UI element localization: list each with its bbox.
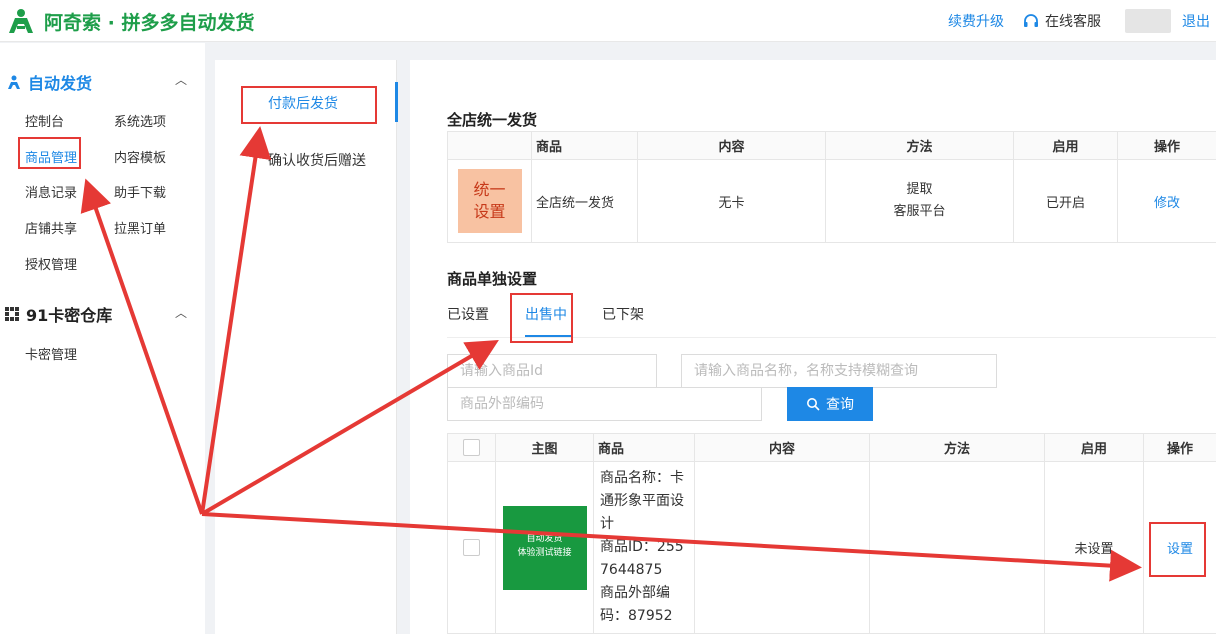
delivery-mode-menu: 付款后发货 确认收货后赠送 bbox=[215, 60, 398, 634]
header-content: 内容 bbox=[694, 433, 870, 462]
logout-link[interactable]: 退出 bbox=[1182, 11, 1210, 31]
header-enabled: 启用 bbox=[1044, 433, 1144, 462]
method-cell: 提取 客服平台 bbox=[825, 159, 1014, 243]
content-cell bbox=[694, 461, 870, 634]
nav-authorization[interactable]: 授权管理 bbox=[25, 254, 77, 273]
row-checkbox-cell bbox=[447, 461, 496, 634]
enabled-cell: 未设置 bbox=[1044, 461, 1144, 634]
header-product: 商品 bbox=[593, 433, 695, 462]
menu-after-payment[interactable]: 付款后发货 bbox=[268, 93, 338, 113]
logo-icon bbox=[9, 9, 33, 33]
product-list-table: 主图 商品 内容 方法 启用 操作 自动发货 体验测试链接 商品名称：卡通形象平… bbox=[447, 433, 1216, 634]
tile-line: 设置 bbox=[473, 202, 506, 221]
auto-ship-icon bbox=[8, 75, 20, 89]
unified-settings-tile: 统一 设置 bbox=[457, 169, 522, 233]
menu-after-receipt-gift[interactable]: 确认收货后赠送 bbox=[268, 150, 366, 170]
tile-line: 统一 bbox=[473, 180, 506, 199]
table-row: 自动发货 体验测试链接 商品名称：卡通形象平面设计 商品ID：255764487… bbox=[447, 461, 1216, 634]
method-cell bbox=[869, 461, 1045, 634]
section-card-warehouse-label: 91卡密仓库 bbox=[26, 306, 113, 325]
tab-delisted[interactable]: 已下架 bbox=[602, 304, 644, 324]
tab-on-sale[interactable]: 出售中 bbox=[525, 304, 567, 324]
product-id: 商品ID：2557644875 bbox=[600, 539, 684, 578]
nav-content-templates[interactable]: 内容模板 bbox=[114, 147, 166, 166]
method-line: 客服平台 bbox=[893, 204, 946, 219]
content-cell: 无卡 bbox=[637, 159, 826, 243]
chevron-up-icon[interactable]: ︿ bbox=[175, 71, 187, 88]
search-button-label: 查询 bbox=[826, 397, 854, 413]
select-all-checkbox[interactable] bbox=[463, 439, 480, 456]
nav-product-management[interactable]: 商品管理 bbox=[25, 147, 77, 166]
header-content: 内容 bbox=[637, 131, 826, 160]
header-enabled: 启用 bbox=[1013, 131, 1118, 160]
nav-message-log[interactable]: 消息记录 bbox=[25, 182, 77, 201]
header-product: 商品 bbox=[531, 131, 638, 160]
nav-system-options[interactable]: 系统选项 bbox=[114, 111, 166, 130]
global-settings-title: 全店统一发货 bbox=[447, 111, 538, 129]
header-method: 方法 bbox=[825, 131, 1014, 160]
unified-tile-cell: 统一 设置 bbox=[447, 159, 532, 243]
user-avatar[interactable] bbox=[1125, 9, 1171, 33]
renew-link[interactable]: 续费升级 bbox=[948, 11, 1004, 31]
headset-icon bbox=[1024, 14, 1038, 27]
individual-settings-title: 商品单独设置 bbox=[447, 270, 538, 288]
search-button[interactable]: 查询 bbox=[787, 387, 873, 421]
product-thumbnail: 自动发货 体验测试链接 bbox=[502, 505, 587, 590]
left-sidebar: 自动发货 ︿ 控制台 系统选项 商品管理 内容模板 消息记录 助手下载 店铺共享… bbox=[0, 43, 205, 634]
header-select-all bbox=[447, 433, 496, 462]
top-header: 阿奇索 · 拼多多自动发货 续费升级 在线客服 退出 bbox=[0, 0, 1216, 42]
nav-dashboard[interactable]: 控制台 bbox=[25, 111, 64, 130]
configure-link[interactable]: 设置 bbox=[1143, 461, 1216, 634]
enabled-cell: 已开启 bbox=[1013, 159, 1118, 243]
header-action: 操作 bbox=[1117, 131, 1216, 160]
section-auto-ship[interactable]: 自动发货 bbox=[6, 70, 92, 94]
nav-card-management[interactable]: 卡密管理 bbox=[25, 344, 77, 363]
thumbnail-line: 自动发货 bbox=[526, 533, 563, 544]
search-icon bbox=[807, 398, 820, 411]
product-id-input[interactable]: 请输入商品Id bbox=[447, 354, 657, 388]
active-indicator bbox=[395, 82, 398, 122]
row-checkbox[interactable] bbox=[463, 539, 480, 556]
main-image-cell: 自动发货 体验测试链接 bbox=[495, 461, 594, 634]
product-cell: 全店统一发货 bbox=[531, 159, 638, 243]
chevron-up-icon[interactable]: ︿ bbox=[175, 304, 187, 321]
online-support-link[interactable]: 在线客服 bbox=[1022, 11, 1101, 31]
brand-title: 阿奇索 · 拼多多自动发货 bbox=[44, 12, 255, 34]
nav-blacklist-orders[interactable]: 拉黑订单 bbox=[114, 218, 166, 237]
global-settings-table: 商品 内容 方法 启用 操作 统一 设置 全店统一发货 无卡 提取 客服平台 已… bbox=[447, 131, 1216, 243]
nav-assistant-download[interactable]: 助手下载 bbox=[114, 182, 166, 201]
main-content: 全店统一发货 商品 内容 方法 启用 操作 统一 设置 全店统一发货 无卡 提取… bbox=[410, 60, 1216, 634]
grid-icon bbox=[5, 307, 19, 321]
product-external-code: 商品外部编码：87952 bbox=[600, 585, 673, 624]
nav-store-sharing[interactable]: 店铺共享 bbox=[25, 218, 77, 237]
modify-link[interactable]: 修改 bbox=[1117, 159, 1216, 243]
section-card-warehouse[interactable]: 91卡密仓库 bbox=[4, 302, 112, 326]
table-row: 统一 设置 全店统一发货 无卡 提取 客服平台 已开启 修改 bbox=[447, 159, 1216, 243]
product-name-input[interactable]: 请输入商品名称，名称支持模糊查询 bbox=[681, 354, 997, 388]
thumbnail-line: 体验测试链接 bbox=[517, 547, 572, 558]
tab-configured[interactable]: 已设置 bbox=[447, 304, 489, 324]
support-label: 在线客服 bbox=[1045, 14, 1101, 30]
header-method: 方法 bbox=[869, 433, 1045, 462]
product-name: 商品名称：卡通形象平面设计 bbox=[600, 470, 684, 532]
section-auto-ship-label: 自动发货 bbox=[28, 74, 93, 93]
method-line: 提取 bbox=[906, 182, 933, 197]
product-info-cell: 商品名称：卡通形象平面设计 商品ID：2557644875 商品外部编码：879… bbox=[593, 461, 695, 634]
header-blank bbox=[447, 131, 532, 160]
header-main-image: 主图 bbox=[495, 433, 594, 462]
header-action: 操作 bbox=[1143, 433, 1216, 462]
tabs-divider bbox=[447, 337, 1216, 338]
external-code-input[interactable]: 商品外部编码 bbox=[447, 387, 762, 421]
